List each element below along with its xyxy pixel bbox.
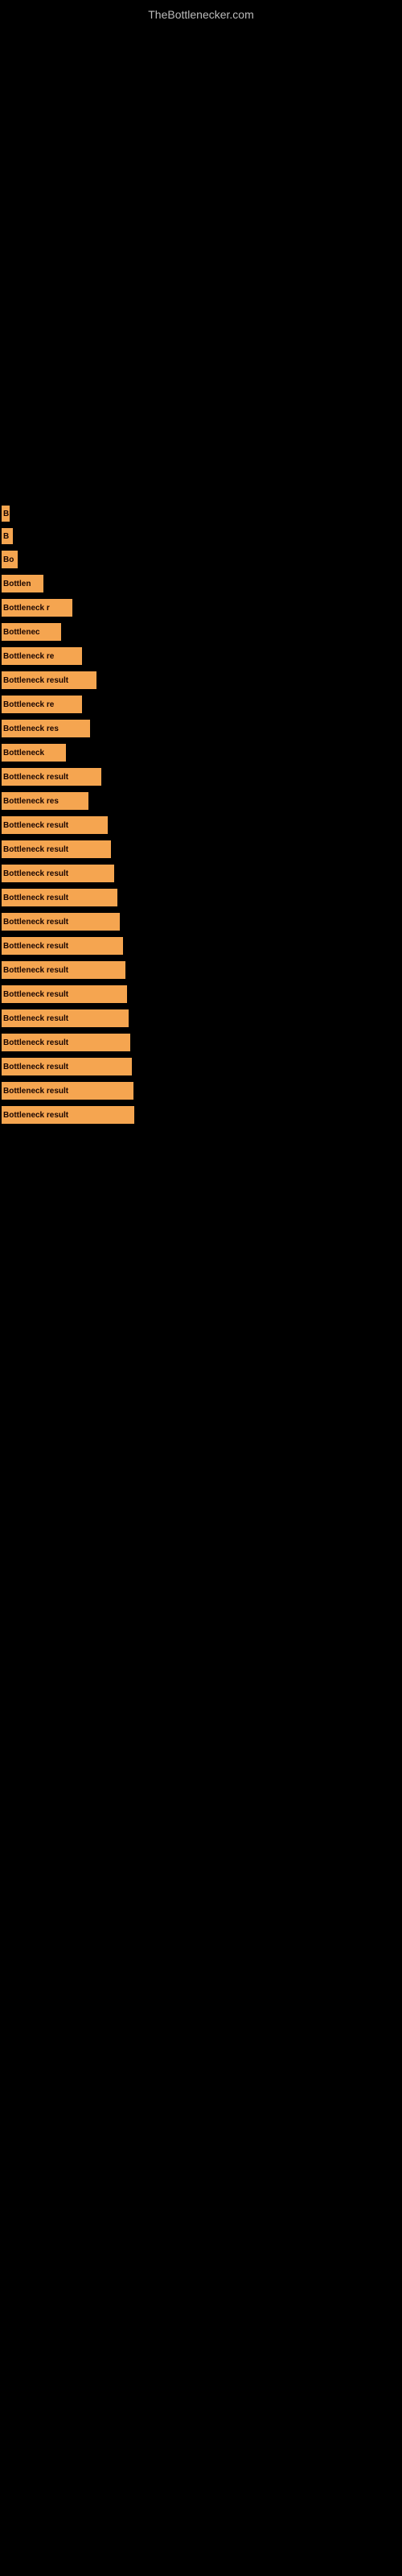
bar-row-1: B bbox=[2, 506, 402, 522]
bar-label-14: Bottleneck result bbox=[2, 821, 70, 830]
bar-row-22: Bottleneck result bbox=[2, 1009, 402, 1027]
bar-label-21: Bottleneck result bbox=[2, 990, 70, 999]
bar-label-11: Bottleneck bbox=[2, 749, 46, 758]
bar-row-4: Bottlen bbox=[2, 575, 402, 592]
bars-container: B B Bo Bottlen Bottleneck r bbox=[0, 494, 402, 1124]
bar-fill-11: Bottleneck bbox=[2, 744, 66, 762]
bar-fill-21: Bottleneck result bbox=[2, 985, 127, 1003]
bar-fill-20: Bottleneck result bbox=[2, 961, 125, 979]
bar-row-5: Bottleneck r bbox=[2, 599, 402, 617]
bar-row-25: Bottleneck result bbox=[2, 1082, 402, 1100]
bar-row-10: Bottleneck res bbox=[2, 720, 402, 737]
chart-black-area bbox=[0, 27, 402, 494]
bar-label-2: B bbox=[2, 532, 10, 541]
bar-row-21: Bottleneck result bbox=[2, 985, 402, 1003]
bar-row-15: Bottleneck result bbox=[2, 840, 402, 858]
bar-fill-26: Bottleneck result bbox=[2, 1106, 134, 1124]
bar-fill-5: Bottleneck r bbox=[2, 599, 72, 617]
bar-label-6: Bottlenec bbox=[2, 628, 42, 637]
site-title: TheBottlenecker.com bbox=[0, 0, 402, 27]
bar-label-20: Bottleneck result bbox=[2, 966, 70, 975]
bar-fill-4: Bottlen bbox=[2, 575, 43, 592]
bar-fill-10: Bottleneck res bbox=[2, 720, 90, 737]
bar-row-18: Bottleneck result bbox=[2, 913, 402, 931]
bar-label-22: Bottleneck result bbox=[2, 1014, 70, 1023]
bar-row-16: Bottleneck result bbox=[2, 865, 402, 882]
bar-row-9: Bottleneck re bbox=[2, 696, 402, 713]
bar-fill-8: Bottleneck result bbox=[2, 671, 96, 689]
bar-row-19: Bottleneck result bbox=[2, 937, 402, 955]
bar-label-25: Bottleneck result bbox=[2, 1087, 70, 1096]
bar-label-18: Bottleneck result bbox=[2, 918, 70, 927]
bar-fill-7: Bottleneck re bbox=[2, 647, 82, 665]
bar-row-7: Bottleneck re bbox=[2, 647, 402, 665]
bar-row-26: Bottleneck result bbox=[2, 1106, 402, 1124]
bar-label-4: Bottlen bbox=[2, 580, 32, 588]
bar-row-11: Bottleneck bbox=[2, 744, 402, 762]
bar-label-13: Bottleneck res bbox=[2, 797, 60, 806]
bar-row-3: Bo bbox=[2, 551, 402, 568]
bar-fill-23: Bottleneck result bbox=[2, 1034, 130, 1051]
bar-row-6: Bottlenec bbox=[2, 623, 402, 641]
bar-label-5: Bottleneck r bbox=[2, 604, 51, 613]
page-wrapper: TheBottlenecker.com B B Bo Bottlen bbox=[0, 0, 402, 2576]
bar-row-12: Bottleneck result bbox=[2, 768, 402, 786]
bar-fill-3: Bo bbox=[2, 551, 18, 568]
bar-label-16: Bottleneck result bbox=[2, 869, 70, 878]
bar-label-12: Bottleneck result bbox=[2, 773, 70, 782]
bar-label-19: Bottleneck result bbox=[2, 942, 70, 951]
bottom-space bbox=[0, 1130, 402, 1774]
bar-fill-9: Bottleneck re bbox=[2, 696, 82, 713]
bar-row-17: Bottleneck result bbox=[2, 889, 402, 906]
bar-fill-18: Bottleneck result bbox=[2, 913, 120, 931]
bar-label-3: Bo bbox=[2, 555, 15, 564]
bar-row-8: Bottleneck result bbox=[2, 671, 402, 689]
bar-row-23: Bottleneck result bbox=[2, 1034, 402, 1051]
bar-label-10: Bottleneck res bbox=[2, 724, 60, 733]
site-title-text: TheBottlenecker.com bbox=[148, 8, 254, 21]
bar-fill-24: Bottleneck result bbox=[2, 1058, 132, 1075]
bar-fill-19: Bottleneck result bbox=[2, 937, 123, 955]
bar-label-23: Bottleneck result bbox=[2, 1038, 70, 1047]
bar-fill-22: Bottleneck result bbox=[2, 1009, 129, 1027]
bar-fill-14: Bottleneck result bbox=[2, 816, 108, 834]
bar-fill-1: B bbox=[2, 506, 10, 522]
bar-fill-12: Bottleneck result bbox=[2, 768, 101, 786]
bar-label-26: Bottleneck result bbox=[2, 1111, 70, 1120]
bar-row-13: Bottleneck res bbox=[2, 792, 402, 810]
bar-fill-2: B bbox=[2, 528, 13, 544]
bar-fill-17: Bottleneck result bbox=[2, 889, 117, 906]
bar-label-7: Bottleneck re bbox=[2, 652, 55, 661]
bar-label-24: Bottleneck result bbox=[2, 1063, 70, 1071]
bar-row-20: Bottleneck result bbox=[2, 961, 402, 979]
bar-fill-6: Bottlenec bbox=[2, 623, 61, 641]
bar-row-24: Bottleneck result bbox=[2, 1058, 402, 1075]
bar-fill-16: Bottleneck result bbox=[2, 865, 114, 882]
bar-label-15: Bottleneck result bbox=[2, 845, 70, 854]
bar-label-9: Bottleneck re bbox=[2, 700, 55, 709]
bar-label-17: Bottleneck result bbox=[2, 894, 70, 902]
bar-fill-15: Bottleneck result bbox=[2, 840, 111, 858]
bar-fill-25: Bottleneck result bbox=[2, 1082, 133, 1100]
bar-label-8: Bottleneck result bbox=[2, 676, 70, 685]
bar-row-2: B bbox=[2, 528, 402, 544]
bar-row-14: Bottleneck result bbox=[2, 816, 402, 834]
bar-fill-13: Bottleneck res bbox=[2, 792, 88, 810]
bar-label-1: B bbox=[2, 510, 10, 518]
